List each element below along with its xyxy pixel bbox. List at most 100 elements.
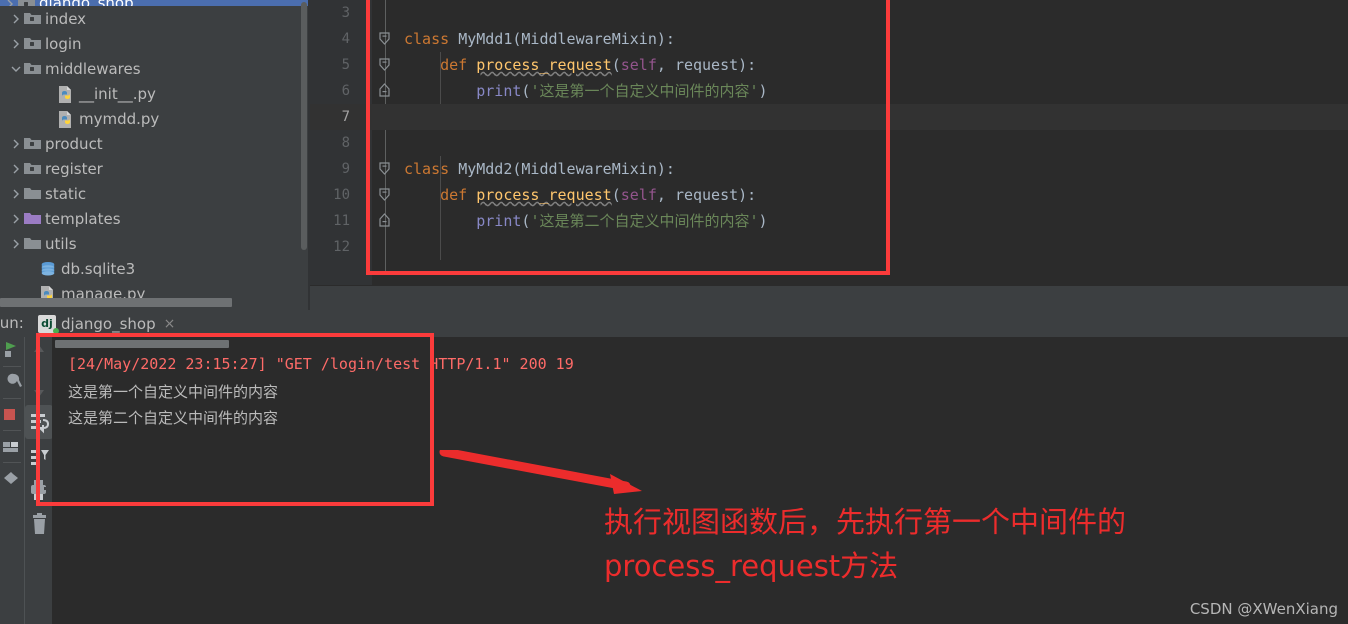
line-number: 9 [341, 161, 350, 177]
chevron-right-icon[interactable] [8, 206, 22, 231]
tree-item-login[interactable]: login [0, 31, 310, 56]
watermark: CSDN @XWenXiang [1189, 600, 1338, 618]
clear-all-icon[interactable] [25, 507, 53, 541]
chevron-down-icon[interactable] [8, 56, 22, 81]
ide-window: django_shop index login middlewares __init__… [0, 0, 1348, 624]
tree-item-db-sqlite3[interactable]: db.sqlite3 [0, 256, 310, 281]
console-line: [24/May/2022 23:15:27] "GET /login/test … [68, 355, 574, 373]
tree-item-static[interactable]: static [0, 181, 310, 206]
use-console-filter-icon[interactable] [25, 439, 53, 473]
tree-item-label: middlewares [45, 59, 141, 78]
code-text: print('这是第二个自定义中间件的内容') [476, 212, 768, 230]
editor-line-7[interactable]: 7 [310, 104, 1348, 130]
code-fold-end-icon[interactable] [378, 208, 394, 234]
code-fold-start-icon[interactable] [378, 26, 394, 52]
console-line: 这是第二个自定义中间件的内容 [68, 409, 279, 427]
project-tree-panel[interactable]: django_shopindexloginmiddlewares__init__… [0, 0, 310, 310]
tree-item-mymdd-py[interactable]: mymdd.py [0, 106, 310, 131]
python-file-icon [56, 81, 76, 106]
chevron-right-icon[interactable] [8, 156, 22, 181]
rerun-icon[interactable] [0, 337, 24, 364]
chevron-right-icon[interactable] [8, 131, 22, 156]
tree-item-middlewares[interactable]: middlewares [0, 56, 310, 81]
editor-bottom-strip [310, 285, 1348, 310]
tree-item-label: utils [45, 234, 77, 253]
run-toolbar-primary[interactable] [0, 337, 24, 624]
folder-module-icon [22, 131, 42, 156]
editor-line-10[interactable]: 10 def process_request(self, request): [310, 182, 1348, 208]
tree-item--init-py[interactable]: __init__.py [0, 81, 310, 106]
scroll-up-icon[interactable] [25, 337, 53, 371]
console-horizontal-scrollbar[interactable] [55, 340, 229, 348]
editor-line-8[interactable]: 8 [310, 130, 1348, 156]
python-file-icon [56, 106, 76, 131]
django-icon: dj [38, 315, 59, 334]
code-fold-start-icon[interactable] [378, 156, 394, 182]
tree-item-label: templates [45, 209, 121, 228]
line-number: 7 [341, 109, 350, 125]
indent-guide [440, 156, 441, 260]
close-icon[interactable]: × [164, 316, 176, 332]
line-number: 12 [333, 239, 350, 255]
chevron-right-icon[interactable] [8, 231, 22, 256]
code-fold-mid-icon[interactable] [378, 182, 394, 208]
folder-icon [22, 231, 42, 256]
tree-item-label: __init__.py [79, 84, 156, 103]
scroll-down-icon[interactable] [25, 371, 53, 405]
stop-icon[interactable] [0, 401, 24, 428]
annotation-text: 执行视图函数后，先执行第一个中间件的 process_request方法 [604, 505, 1127, 583]
layout-icon[interactable] [0, 433, 24, 460]
tree-vertical-scrollbar[interactable] [301, 2, 307, 250]
project-tree-rows: django_shopindexloginmiddlewares__init__… [0, 0, 310, 306]
settings-wrench-icon[interactable] [0, 369, 24, 396]
editor-line-5[interactable]: 5 def process_request(self, request): [310, 52, 1348, 78]
code-text: def process_request(self, request): [440, 56, 757, 74]
folder-module-icon [22, 56, 42, 81]
code-text: print('这是第一个自定义中间件的内容') [476, 82, 768, 100]
folder-templates-icon [22, 206, 42, 231]
pin-icon[interactable] [0, 465, 24, 492]
tree-item-templates[interactable]: templates [0, 206, 310, 231]
line-number: 10 [333, 187, 350, 203]
tree-item-label: login [45, 34, 82, 53]
toolbar-separator [3, 430, 21, 431]
run-toolbar-secondary[interactable] [24, 337, 53, 624]
run-tool-window-header: Run: dj django_shop × [0, 310, 1348, 337]
line-number: 4 [341, 31, 350, 47]
soft-wrap-icon[interactable] [25, 405, 53, 439]
tree-item-register[interactable]: register [0, 156, 310, 181]
folder-module-icon [22, 6, 42, 31]
line-number: 8 [341, 135, 350, 151]
folder-icon [22, 181, 42, 206]
print-icon[interactable] [25, 473, 53, 507]
line-number: 11 [333, 213, 350, 229]
tree-item-label: product [45, 134, 103, 153]
database-icon [38, 256, 58, 281]
tree-item-label: index [45, 9, 87, 28]
editor-line-3[interactable]: 3 [310, 0, 1348, 26]
tree-horizontal-scrollbar[interactable] [0, 298, 232, 307]
code-text: class MyMdd1(MiddlewareMixin): [404, 30, 675, 48]
indent-guide [440, 52, 441, 104]
run-tab-django-shop[interactable]: dj django_shop × [38, 312, 175, 336]
folder-module-icon [22, 31, 42, 56]
chevron-right-icon[interactable] [8, 6, 22, 31]
tree-item-index[interactable]: index [0, 6, 310, 31]
editor-line-6[interactable]: 6 print('这是第一个自定义中间件的内容') [310, 78, 1348, 104]
tree-item-product[interactable]: product [0, 131, 310, 156]
code-editor[interactable]: 3 4 class MyMdd1(MiddlewareMixin): 5 def pr… [310, 0, 1348, 285]
tree-item-label: db.sqlite3 [61, 259, 136, 278]
editor-line-9[interactable]: 9 class MyMdd2(MiddlewareMixin): [310, 156, 1348, 182]
tree-item-utils[interactable]: utils [0, 231, 310, 256]
chevron-right-icon[interactable] [8, 31, 22, 56]
code-fold-end-icon[interactable] [378, 78, 394, 104]
editor-line-11[interactable]: 11 print('这是第二个自定义中间件的内容') [310, 208, 1348, 234]
editor-line-4[interactable]: 4 class MyMdd1(MiddlewareMixin): [310, 26, 1348, 52]
line-number: 3 [341, 5, 350, 21]
folder-module-icon [22, 156, 42, 181]
code-fold-mid-icon[interactable] [378, 52, 394, 78]
chevron-right-icon[interactable] [8, 181, 22, 206]
editor-line-12[interactable]: 12 [310, 234, 1348, 260]
